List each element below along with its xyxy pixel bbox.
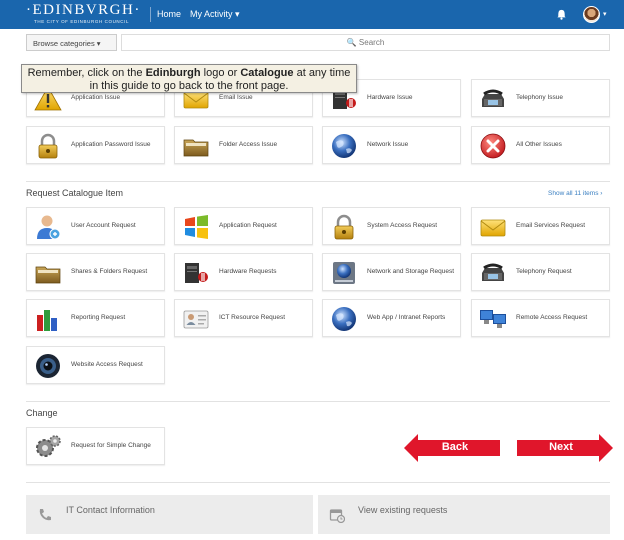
change-title: Change	[26, 408, 58, 418]
card-user-account-request[interactable]: User Account Request	[26, 207, 165, 245]
monitors-icon	[479, 305, 507, 333]
logo-wordmark: ·EDINBVRGH·	[26, 2, 141, 18]
card-request-simple-change[interactable]: Request for Simple Change	[26, 427, 165, 465]
gears-icon	[34, 433, 62, 461]
telephone-icon	[479, 259, 507, 287]
card-label: Network Issue	[367, 141, 409, 148]
card-application-request[interactable]: Application Request	[174, 207, 313, 245]
globe-icon	[330, 132, 358, 160]
next-button-label[interactable]: Next	[532, 441, 590, 453]
card-network-storage-request[interactable]: Network and Storage Request	[322, 253, 461, 291]
tooltip-text-2: logo or	[200, 67, 241, 79]
card-web-app-intranet-reports[interactable]: Web App / Intranet Reports	[322, 299, 461, 337]
tooltip-bold-catalogue: Catalogue	[240, 67, 294, 79]
it-contact-information-panel[interactable]: IT Contact Information	[26, 495, 313, 534]
card-remote-access-request[interactable]: Remote Access Request	[471, 299, 610, 337]
card-label: Network and Storage Request	[367, 268, 455, 275]
bar-chart-icon	[34, 305, 62, 333]
view-existing-requests-panel[interactable]: View existing requests	[318, 495, 610, 534]
card-label: Website Access Request	[71, 361, 143, 368]
card-shares-folders-request[interactable]: Shares & Folders Request	[26, 253, 165, 291]
calendar-icon	[329, 507, 345, 523]
card-label: Email Services Request	[516, 222, 585, 229]
windows-icon	[182, 213, 210, 241]
folder-icon	[182, 132, 210, 160]
card-all-other-issues[interactable]: All Other Issues	[471, 126, 610, 164]
card-label: Folder Access Issue	[219, 141, 278, 148]
card-reporting-request[interactable]: Reporting Request	[26, 299, 165, 337]
phone-handset-icon	[37, 507, 53, 523]
error-x-icon	[479, 132, 507, 160]
search-input[interactable]: 🔍 Search	[121, 34, 610, 51]
avatar[interactable]	[583, 6, 600, 23]
nav-separator	[150, 7, 151, 22]
chevron-down-icon[interactable]: ▾	[603, 10, 607, 18]
card-label: ICT Resource Request	[219, 314, 285, 321]
show-all-items-link[interactable]: Show all 11 items ›	[548, 190, 602, 197]
user-icon	[34, 213, 62, 241]
browse-categories-dropdown[interactable]: Browse categories ▾	[26, 34, 117, 51]
card-website-access-request[interactable]: Website Access Request	[26, 346, 165, 384]
edinburgh-logo[interactable]: ·EDINBVRGH· THE CITY OF EDINBURGH COUNCI…	[26, 3, 144, 27]
card-label: All Other Issues	[516, 141, 562, 148]
envelope-icon	[479, 213, 507, 241]
back-button-label[interactable]: Back	[426, 441, 484, 453]
view-requests-label: View existing requests	[358, 505, 448, 515]
card-label: User Account Request	[71, 222, 136, 229]
card-label: Telephony Request	[516, 268, 572, 275]
padlock-icon	[330, 213, 358, 241]
id-card-icon	[182, 305, 210, 333]
tooltip-bold-edinburgh: Edinburgh	[145, 67, 201, 79]
card-system-access-request[interactable]: System Access Request	[322, 207, 461, 245]
card-telephony-request[interactable]: Telephony Request	[471, 253, 610, 291]
top-navigation-bar: ·EDINBVRGH· THE CITY OF EDINBURGH COUNCI…	[0, 0, 624, 29]
card-hardware-requests[interactable]: Hardware Requests	[174, 253, 313, 291]
section-divider	[26, 181, 610, 182]
card-ict-resource-request[interactable]: ICT Resource Request	[174, 299, 313, 337]
guide-tooltip: Remember, click on the Edinburgh logo or…	[21, 64, 357, 93]
logo-subtitle: THE CITY OF EDINBURGH COUNCIL	[34, 19, 130, 24]
card-network-issue[interactable]: Network Issue	[322, 126, 461, 164]
card-label: Telephony Issue	[516, 94, 563, 101]
card-label: Hardware Requests	[219, 268, 277, 275]
camera-icon	[34, 352, 62, 380]
request-catalogue-title: Request Catalogue Item	[26, 188, 124, 198]
search-row: Browse categories ▾ 🔍 Search	[26, 34, 610, 51]
card-label: Reporting Request	[71, 314, 126, 321]
padlock-icon	[34, 132, 62, 160]
bell-icon[interactable]	[556, 9, 567, 20]
nav-my-activity-menu[interactable]: My Activity ▾	[190, 9, 240, 20]
card-email-services-request[interactable]: Email Services Request	[471, 207, 610, 245]
card-label: Request for Simple Change	[71, 442, 151, 449]
it-contact-label: IT Contact Information	[66, 505, 155, 515]
card-application-password-issue[interactable]: Application Password Issue	[26, 126, 165, 164]
telephone-icon	[479, 85, 507, 113]
card-label: Remote Access Request	[516, 314, 588, 321]
card-label: Hardware Issue	[367, 94, 413, 101]
card-label: Web App / Intranet Reports	[367, 314, 446, 321]
globe-icon	[330, 305, 358, 333]
tooltip-text-1: Remember, click on the	[27, 67, 146, 79]
card-label: Shares & Folders Request	[71, 268, 148, 275]
card-label: System Access Request	[367, 222, 438, 229]
nav-home-link[interactable]: Home	[157, 9, 181, 19]
card-folder-access-issue[interactable]: Folder Access Issue	[174, 126, 313, 164]
folder-icon	[34, 259, 62, 287]
section-divider	[26, 482, 610, 483]
section-divider	[26, 401, 610, 402]
storage-icon	[330, 259, 358, 287]
hardware-icon	[182, 259, 210, 287]
card-label: Application Password Issue	[71, 141, 151, 148]
card-telephony-issue[interactable]: Telephony Issue	[471, 79, 610, 117]
card-label: Application Request	[219, 222, 277, 229]
